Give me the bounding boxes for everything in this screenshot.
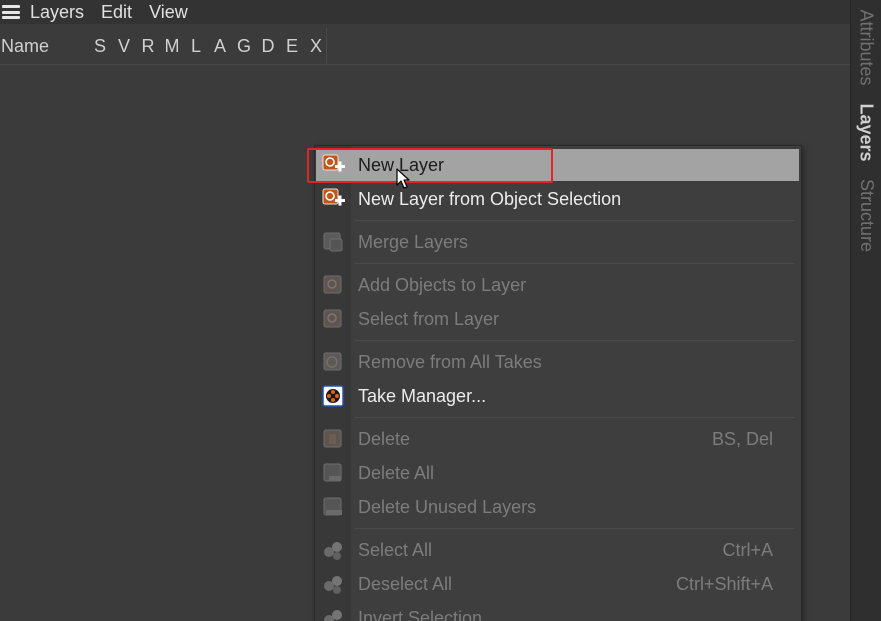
column-flag-expressions[interactable]: E <box>280 36 304 57</box>
menu-item-label: Delete Unused Layers <box>358 497 537 517</box>
menu-item-label: Select from Layer <box>358 309 500 329</box>
side-tab-bar: Attributes Layers Structure <box>850 0 881 621</box>
column-header: Name S V R M L A G D E X <box>0 28 850 64</box>
menu-item-shortcut: Ctrl+A <box>722 540 773 560</box>
new-layer-from-selection-icon <box>322 188 345 206</box>
menu-item-new-layer[interactable]: New Layer <box>316 149 799 181</box>
column-flag-generators[interactable]: G <box>232 36 256 57</box>
menu-item-remove-from-all-takes[interactable]: Remove from All Takes <box>316 346 799 378</box>
menu-separator <box>355 340 795 341</box>
column-flag-solo[interactable]: S <box>88 36 112 57</box>
tab-structure-label: Structure <box>857 178 877 252</box>
menu-item-label: Take Manager... <box>358 386 487 406</box>
menu-item-shortcut: Ctrl+Shift+A <box>675 574 773 594</box>
column-flag-animation[interactable]: A <box>208 36 232 57</box>
menu-item-select-from-layer[interactable]: Select from Layer <box>316 303 799 335</box>
column-divider <box>326 28 327 64</box>
menu-item-delete-unused-layers[interactable]: Delete Unused Layers <box>316 491 799 523</box>
take-manager-icon <box>322 385 344 407</box>
menu-item-label: Select All <box>358 540 433 560</box>
merge-layers-icon <box>323 232 343 252</box>
column-flag-render[interactable]: R <box>136 36 160 57</box>
menu-item-select-all[interactable]: Select All Ctrl+A <box>316 534 799 566</box>
column-flag-locked[interactable]: L <box>184 36 208 57</box>
column-name[interactable]: Name <box>1 36 49 57</box>
menu-layers[interactable]: Layers <box>30 0 84 24</box>
menu-item-label: Add Objects to Layer <box>358 275 527 295</box>
mouse-cursor-icon <box>396 168 410 189</box>
select-all-icon <box>324 542 342 560</box>
hamburger-menu-icon[interactable] <box>2 5 20 19</box>
invert-selection-icon <box>324 610 342 621</box>
menu-separator <box>355 220 795 221</box>
column-flag-view[interactable]: V <box>112 36 136 57</box>
header-divider <box>0 64 850 65</box>
remove-from-takes-icon <box>323 352 342 371</box>
menu-item-label: Remove from All Takes <box>358 352 542 372</box>
context-menu: New Layer New Layer from Object Selectio… <box>314 145 802 621</box>
select-from-layer-icon <box>323 309 342 328</box>
menubar: Layers Edit View <box>0 0 850 24</box>
new-layer-icon <box>322 154 345 172</box>
menu-edit[interactable]: Edit <box>101 0 132 24</box>
menu-item-delete-all[interactable]: Delete All <box>316 457 799 489</box>
tab-attributes-label: Attributes <box>857 8 878 86</box>
column-flags: S V R M L A G D E X <box>88 36 328 57</box>
menu-separator <box>355 528 795 529</box>
menu-item-label: Delete All <box>358 463 435 483</box>
menu-item-label: Deselect All <box>358 574 453 594</box>
menu-item-delete[interactable]: Delete BS, Del <box>316 423 799 455</box>
column-flag-deformers[interactable]: D <box>256 36 280 57</box>
menu-item-deselect-all[interactable]: Deselect All Ctrl+Shift+A <box>316 568 799 600</box>
menu-item-label: New Layer from Object Selection <box>358 189 622 209</box>
delete-all-icon <box>323 463 342 482</box>
menu-item-take-manager[interactable]: Take Manager... <box>316 380 799 412</box>
menu-item-new-layer-from-selection[interactable]: New Layer from Object Selection <box>316 183 799 215</box>
menu-item-label: Delete <box>358 429 411 449</box>
delete-icon <box>323 429 342 448</box>
layer-manager-window: Layers Edit View Name S V R M L A G D E … <box>0 0 881 621</box>
tab-layers-label: Layers <box>857 102 878 162</box>
menu-item-label: Invert Selection <box>358 608 483 621</box>
deselect-all-icon <box>324 576 342 594</box>
menu-view[interactable]: View <box>149 0 188 24</box>
tab-layers[interactable]: Layers <box>851 102 881 162</box>
column-flag-xrefs[interactable]: X <box>304 36 328 57</box>
column-flag-manager[interactable]: M <box>160 36 184 57</box>
delete-unused-icon <box>323 497 342 516</box>
menu-item-invert-selection[interactable]: Invert Selection <box>316 602 799 621</box>
tab-structure[interactable]: Structure <box>851 172 881 258</box>
menu-separator <box>355 417 795 418</box>
tab-attributes[interactable]: Attributes <box>851 0 881 94</box>
menu-item-add-objects-to-layer[interactable]: Add Objects to Layer <box>316 269 799 301</box>
menu-separator <box>355 263 795 264</box>
menu-item-shortcut: BS, Del <box>711 429 773 449</box>
menu-item-merge-layers[interactable]: Merge Layers <box>316 226 799 258</box>
add-objects-icon <box>323 275 342 294</box>
menu-item-label: Merge Layers <box>358 232 469 252</box>
